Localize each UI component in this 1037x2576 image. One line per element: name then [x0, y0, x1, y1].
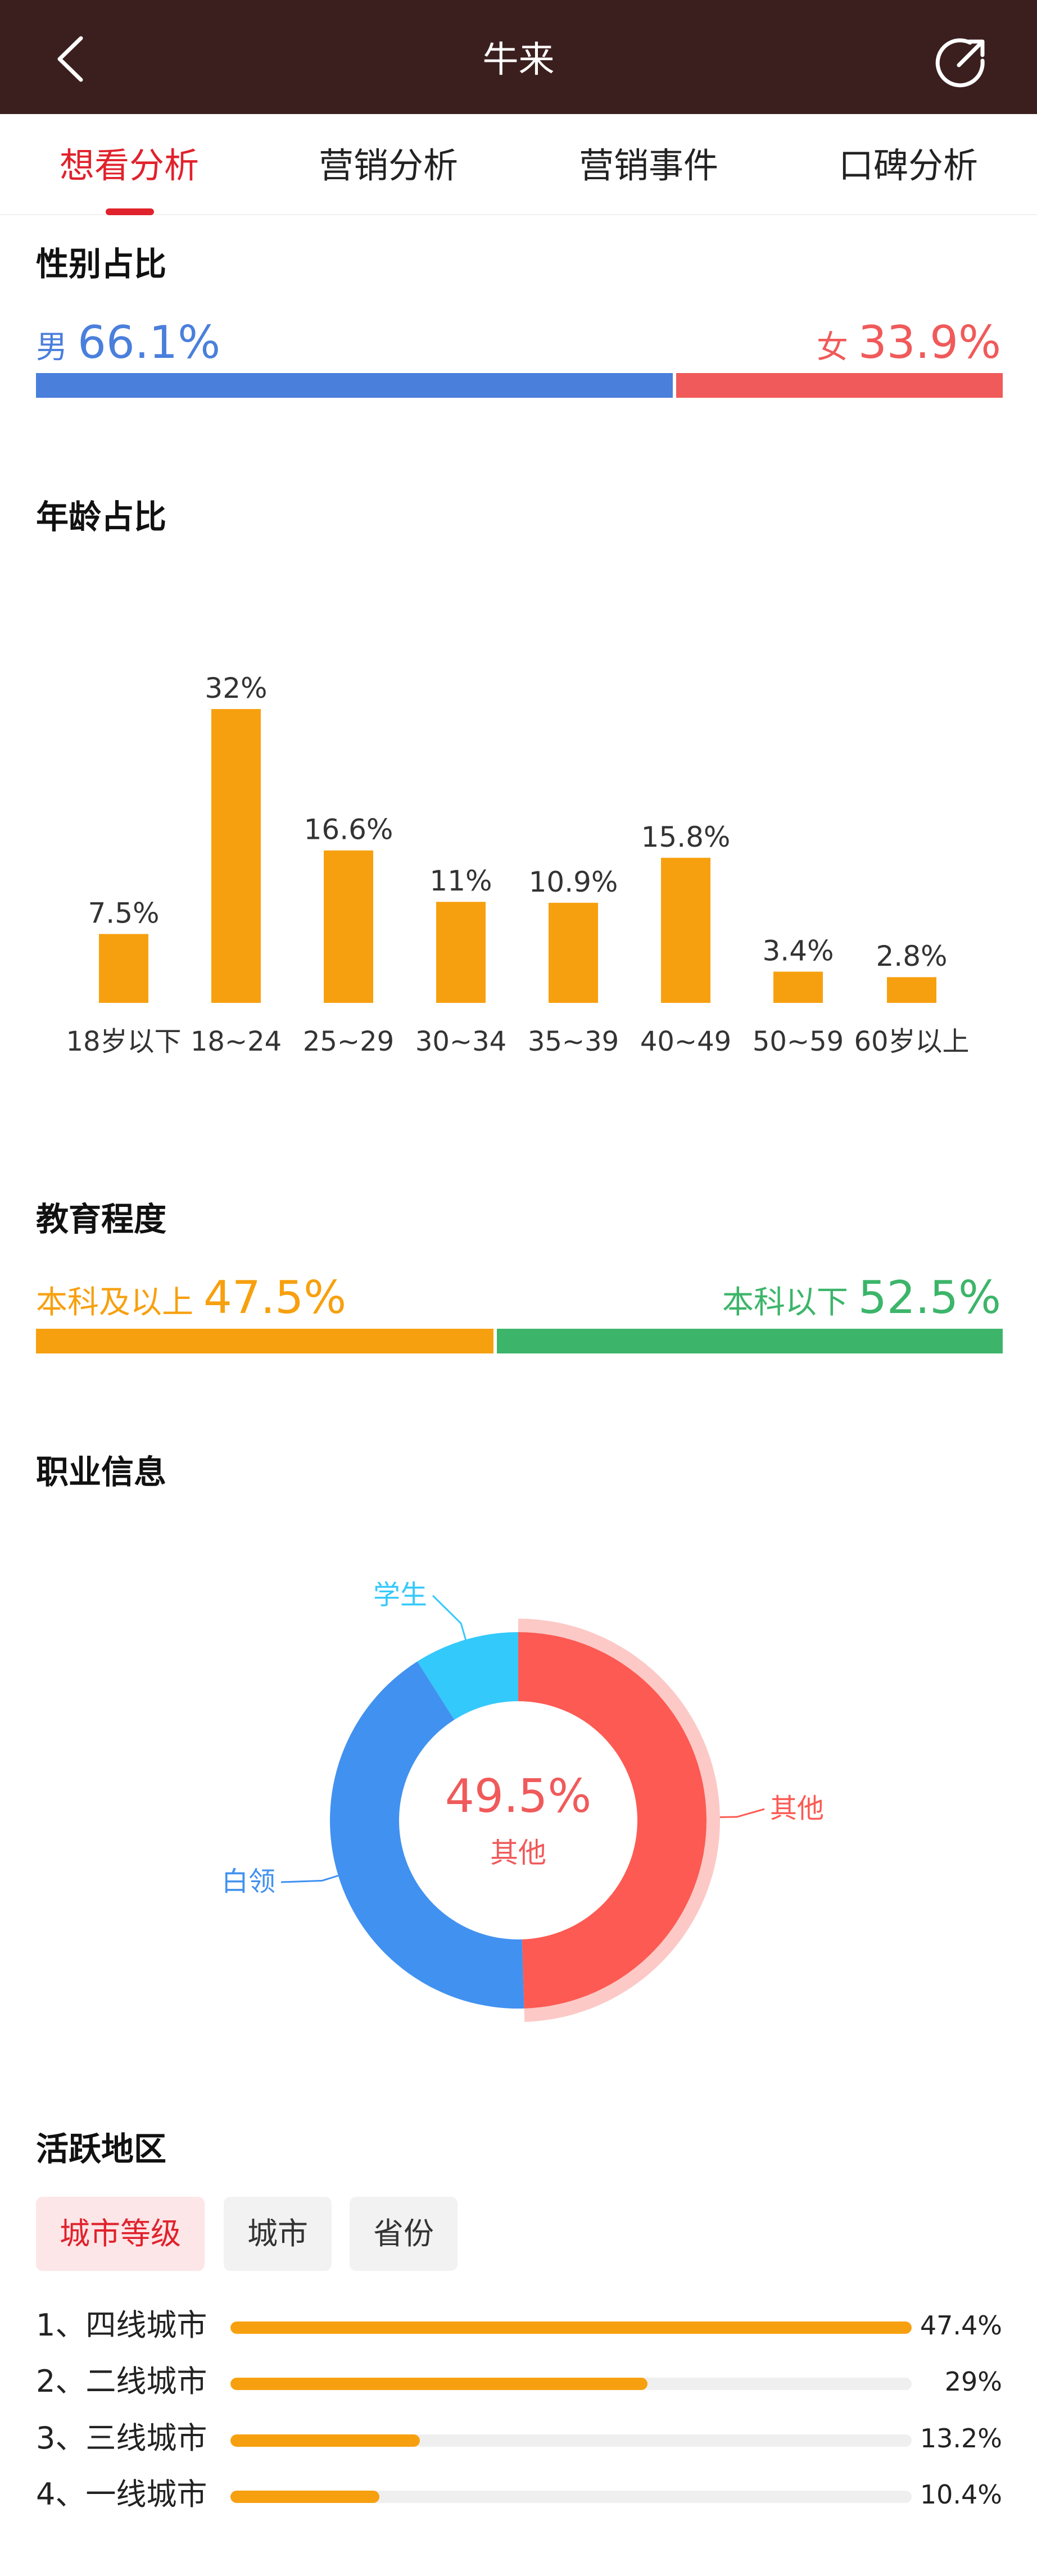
job-donut-chart: 其他白领 学生 49.5% 其他 — [221, 1579, 824, 2022]
age-bar — [549, 902, 598, 1003]
tab-reputation-analysis[interactable]: 口碑分析 — [839, 143, 978, 188]
region-section-title: 活跃地区 — [36, 2130, 167, 2168]
age-bar — [661, 857, 710, 1003]
tab-bar: 想看分析 营销分析 营销事件 口碑分析 — [0, 114, 1037, 215]
age-bar — [887, 977, 936, 1003]
education-left-segment — [36, 1329, 494, 1353]
age-bar-value-label: 32% — [205, 672, 267, 705]
region-bar-track — [230, 2434, 912, 2447]
education-right-label: 本科以下 — [722, 1284, 848, 1321]
education-below-bachelor: 本科以下 52.5% — [722, 1273, 1001, 1335]
region-bar-fill — [230, 2321, 912, 2334]
tab-want-to-see-analysis[interactable]: 想看分析 — [60, 143, 199, 188]
age-bar — [436, 902, 486, 1003]
filter-city[interactable]: 城市 — [224, 2197, 332, 2271]
female-label: 女 — [816, 329, 848, 366]
age-category-label: 40~49 — [640, 1026, 731, 1057]
share-icon[interactable] — [933, 35, 989, 91]
education-left-value: 47.5% — [203, 1271, 347, 1324]
female-value: 33.9% — [858, 316, 1001, 369]
top-bar: 牛来 — [0, 0, 1037, 114]
gender-section-title: 性别占比 — [36, 245, 167, 283]
region-name: 1、四线城市 — [36, 2307, 207, 2343]
page-title: 牛来 — [482, 39, 555, 81]
tab-marketing-analysis[interactable]: 营销分析 — [319, 143, 458, 188]
tab-marketing-events[interactable]: 营销事件 — [579, 143, 718, 188]
donut-slice-label: 其他 — [770, 1793, 824, 1824]
education-right-value: 52.5% — [858, 1271, 1001, 1324]
education-left-label: 本科及以上 — [36, 1284, 193, 1321]
region-bar-fill — [230, 2491, 380, 2503]
list-item: 2、二线城市 29% — [0, 2356, 1037, 2407]
donut-leader-line — [432, 1594, 467, 1640]
region-value: 47.4% — [920, 2310, 1002, 2341]
age-bar — [324, 850, 373, 1003]
region-name: 3、三线城市 — [36, 2420, 207, 2456]
education-section-title: 教育程度 — [36, 1200, 167, 1238]
age-category-label: 35~39 — [528, 1026, 619, 1057]
region-bar-track — [230, 2321, 912, 2334]
list-item: 1、四线城市 47.4% — [0, 2300, 1037, 2351]
region-bar-fill — [230, 2434, 420, 2447]
filter-city-tier[interactable]: 城市等级 — [36, 2197, 205, 2271]
gender-ratio-bar — [36, 373, 1003, 398]
male-value: 66.1% — [78, 316, 221, 369]
age-bar — [99, 934, 148, 1003]
age-category-label: 50~59 — [753, 1026, 844, 1057]
male-segment — [36, 373, 673, 398]
age-bar-value-label: 10.9% — [529, 866, 618, 898]
age-section-title: 年龄占比 — [36, 498, 167, 536]
age-bar — [211, 709, 261, 1003]
region-bar-track — [230, 2491, 912, 2503]
age-category-label: 18~24 — [191, 1026, 282, 1057]
list-item: 3、三线城市 13.2% — [0, 2413, 1037, 2464]
donut-center-value: 49.5% — [445, 1770, 592, 1823]
donut-leader-line — [280, 1875, 339, 1883]
active-tab-indicator — [106, 208, 154, 215]
job-section-title: 职业信息 — [36, 1453, 167, 1491]
age-bar-chart: 7.5% 18岁以下 32% 18~24 16.6% 25~29 11% 30~34 10.9%… — [66, 672, 969, 1057]
education-bachelor-above: 本科及以上 47.5% — [36, 1273, 346, 1335]
age-bar-value-label: 15.8% — [641, 821, 731, 853]
filter-province[interactable]: 省份 — [350, 2197, 458, 2271]
region-bar-fill — [230, 2378, 647, 2390]
education-ratio-bar — [36, 1329, 1003, 1353]
age-bar-value-label: 11% — [429, 865, 492, 897]
age-category-label: 18岁以下 — [66, 1026, 181, 1057]
education-right-segment — [497, 1329, 1003, 1353]
region-name: 2、二线城市 — [36, 2364, 207, 2399]
donut-slice[interactable] — [330, 1661, 524, 2009]
female-share: 女 33.9% — [817, 317, 1001, 380]
age-category-label: 30~34 — [415, 1026, 506, 1057]
region-value: 29% — [944, 2366, 1002, 2397]
male-label: 男 — [36, 329, 67, 366]
region-name: 4、一线城市 — [36, 2477, 207, 2512]
donut-leader-line — [719, 1808, 765, 1818]
age-bar-value-label: 2.8% — [876, 940, 947, 973]
donut-slice-label: 白领 — [221, 1866, 275, 1897]
age-bar — [773, 971, 823, 1003]
list-item: 4、一线城市 10.4% — [0, 2469, 1037, 2520]
male-share: 男 66.1% — [36, 317, 220, 380]
age-category-label: 25~29 — [303, 1026, 394, 1057]
region-value: 13.2% — [920, 2423, 1002, 2454]
donut-slice-label: 学生 — [373, 1579, 427, 1611]
age-bar-value-label: 7.5% — [88, 897, 159, 929]
donut-center-label: 其他 — [490, 1837, 546, 1869]
age-bar-value-label: 3.4% — [762, 934, 834, 967]
age-bar-value-label: 16.6% — [304, 814, 393, 846]
region-bar-track — [230, 2378, 912, 2390]
age-category-label: 60岁以上 — [854, 1026, 969, 1057]
region-value: 10.4% — [920, 2479, 1002, 2510]
female-segment — [676, 373, 1003, 398]
